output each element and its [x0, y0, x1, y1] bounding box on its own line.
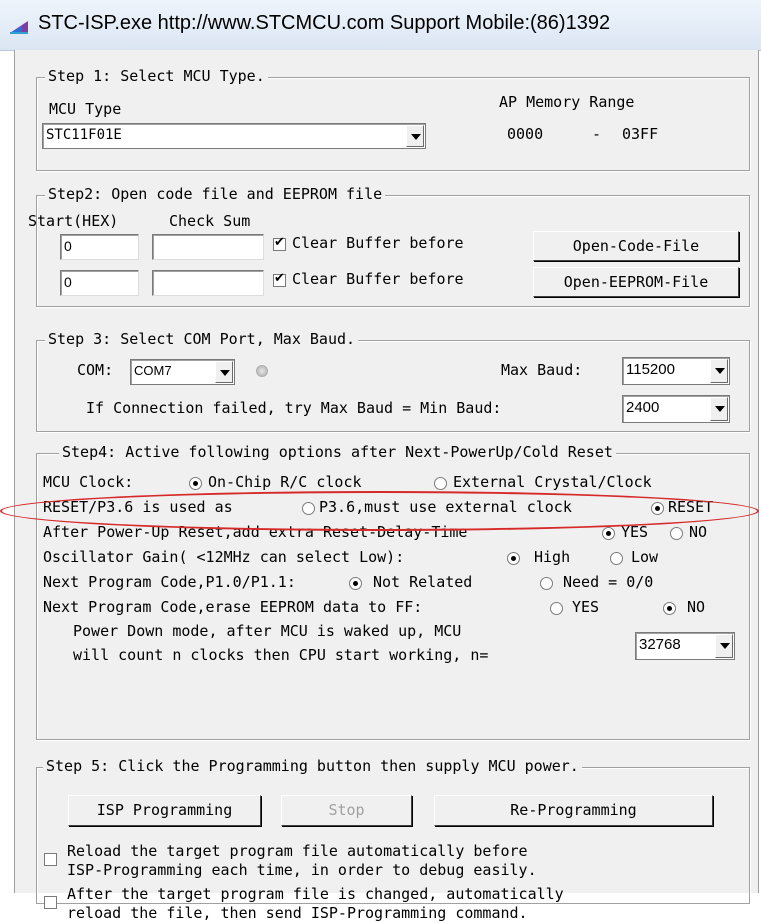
power-down-line-1: Power Down mode, after MCU is waked up, …	[73, 622, 462, 640]
clear-buffer-label-2: Clear Buffer before	[292, 270, 464, 288]
min-baud-select[interactable]: 2400	[622, 395, 730, 423]
clock-onchip-label: On-Chip R/C clock	[208, 473, 362, 491]
auto-send-checkbox[interactable]	[44, 896, 57, 909]
p1-label: Next Program Code,P1.0/P1.1:	[43, 573, 296, 591]
p1-need-radio[interactable]	[540, 577, 553, 590]
com-port-value: COM7	[134, 363, 172, 378]
ap-end-value: 03FF	[622, 125, 659, 143]
p1-not-related-radio[interactable]	[349, 577, 362, 590]
gain-high-label: High	[534, 548, 571, 566]
min-baud-label: If Connection failed, try Max Baud = Min…	[86, 399, 502, 417]
erase-label: Next Program Code,erase EEPROM data to F…	[43, 598, 423, 616]
step2-group: Step2: Open code file and EEPROM file St…	[28, 185, 750, 307]
ap-start-value: 0000	[507, 125, 544, 143]
check-sum-label: Check Sum	[169, 212, 251, 230]
gain-low-label: Low	[631, 548, 659, 566]
delay-yes-label: YES	[621, 523, 649, 541]
clear-buffer-label-1: Clear Buffer before	[292, 234, 464, 252]
clear-buffer-checkbox-1[interactable]	[273, 235, 286, 251]
power-down-line-2: will count n clocks then CPU start worki…	[73, 646, 489, 664]
step1-legend: Step 1: Select MCU Type.	[45, 67, 268, 85]
max-baud-label: Max Baud:	[501, 361, 583, 379]
max-baud-value: 115200	[626, 361, 675, 378]
erase-no-radio[interactable]	[663, 602, 676, 615]
erase-no-label: NO	[687, 598, 706, 616]
ap-memory-label: AP Memory Range	[499, 93, 635, 111]
clear-buffer-checkbox-2[interactable]	[273, 271, 286, 287]
step3-group: Step 3: Select COM Port, Max Baud. COM: …	[36, 330, 750, 432]
code-checksum-input[interactable]	[152, 234, 264, 260]
re-programming-button[interactable]: Re-Programming	[434, 795, 713, 826]
chevron-down-icon[interactable]	[215, 361, 233, 383]
clock-external-radio[interactable]	[434, 477, 447, 490]
clock-external-label: External Crystal/Clock	[453, 473, 652, 491]
title-bar: STC-ISP.exe http://www.STCMCU.com Suppor…	[0, 0, 761, 51]
erase-yes-radio[interactable]	[550, 602, 563, 615]
start-hex-label: Start(HEX)	[28, 212, 119, 230]
com-port-select[interactable]: COM7	[130, 359, 235, 385]
reset-reset-label: RESET	[668, 498, 714, 516]
delay-label: After Power-Up Reset,add extra Reset-Del…	[43, 523, 468, 541]
step4-legend: Step4: Active following options after Ne…	[59, 443, 616, 461]
open-eeprom-file-button[interactable]: Open-EEPROM-File	[533, 267, 739, 297]
stop-button[interactable]: Stop	[281, 795, 412, 826]
power-down-n-value: 32768	[639, 636, 681, 653]
delay-yes-radio[interactable]	[602, 527, 615, 540]
com-label: COM:	[77, 361, 114, 379]
status-led-icon	[256, 365, 268, 377]
reset-label: RESET/P3.6 is used as	[43, 498, 233, 516]
mcu-type-label: MCU Type	[49, 100, 122, 118]
step3-legend: Step 3: Select COM Port, Max Baud.	[45, 330, 359, 348]
reset-p36-radio[interactable]	[302, 502, 315, 515]
gain-label: Oscillator Gain( <12MHz can select Low):	[43, 548, 405, 566]
step5-group: Step 5: Click the Programming button the…	[36, 757, 750, 922]
isp-programming-button[interactable]: ISP Programming	[68, 795, 261, 826]
step1-group: Step 1: Select MCU Type. MCU Type STC11F…	[36, 67, 750, 171]
p1-not-related-label: Not Related	[373, 573, 473, 591]
eeprom-checksum-input[interactable]	[152, 270, 264, 296]
chevron-down-icon[interactable]	[406, 125, 424, 147]
step4-group: Step4: Active following options after Ne…	[36, 443, 750, 740]
delay-no-radio[interactable]	[670, 527, 683, 540]
mcu-type-value: STC11F01E	[46, 127, 122, 143]
window-title: STC-ISP.exe http://www.STCMCU.com Suppor…	[38, 12, 611, 34]
eeprom-start-input[interactable]: 0	[60, 270, 139, 296]
erase-yes-label: YES	[572, 598, 600, 616]
auto-reload-line-2: ISP-Programming each time, in order to d…	[67, 861, 537, 879]
step5-legend: Step 5: Click the Programming button the…	[43, 757, 582, 775]
stc-app-icon	[10, 21, 28, 34]
min-baud-value: 2400	[626, 399, 660, 416]
auto-send-line-1: After the target program file is changed…	[67, 885, 564, 903]
mcu-clock-label: MCU Clock:	[43, 473, 134, 491]
auto-reload-line-1: Reload the target program file automatic…	[67, 842, 528, 860]
clock-onchip-radio[interactable]	[189, 477, 202, 490]
open-code-file-button[interactable]: Open-Code-File	[533, 231, 739, 261]
chevron-down-icon[interactable]	[710, 397, 728, 421]
chevron-down-icon[interactable]	[715, 634, 733, 658]
mcu-type-select[interactable]: STC11F01E	[42, 123, 426, 149]
p1-need-label: Need = 0/0	[563, 573, 654, 591]
gain-high-radio[interactable]	[507, 552, 520, 565]
main-window: Step 1: Select MCU Type. MCU Type STC11F…	[14, 50, 759, 922]
auto-reload-checkbox[interactable]	[44, 853, 57, 866]
gain-low-radio[interactable]	[610, 552, 623, 565]
auto-send-line-2: reload the file, then send ISP-Programmi…	[67, 904, 528, 922]
chevron-down-icon[interactable]	[710, 359, 728, 383]
max-baud-select[interactable]: 115200	[622, 357, 730, 385]
ap-range-dash: -	[592, 125, 602, 143]
code-start-input[interactable]: 0	[60, 234, 139, 260]
reset-p36-label: P3.6,must use external clock	[319, 498, 572, 516]
power-down-n-select[interactable]: 32768	[635, 632, 735, 660]
delay-no-label: NO	[689, 523, 708, 541]
reset-reset-radio[interactable]	[651, 502, 664, 515]
step2-legend: Step2: Open code file and EEPROM file	[45, 185, 386, 203]
